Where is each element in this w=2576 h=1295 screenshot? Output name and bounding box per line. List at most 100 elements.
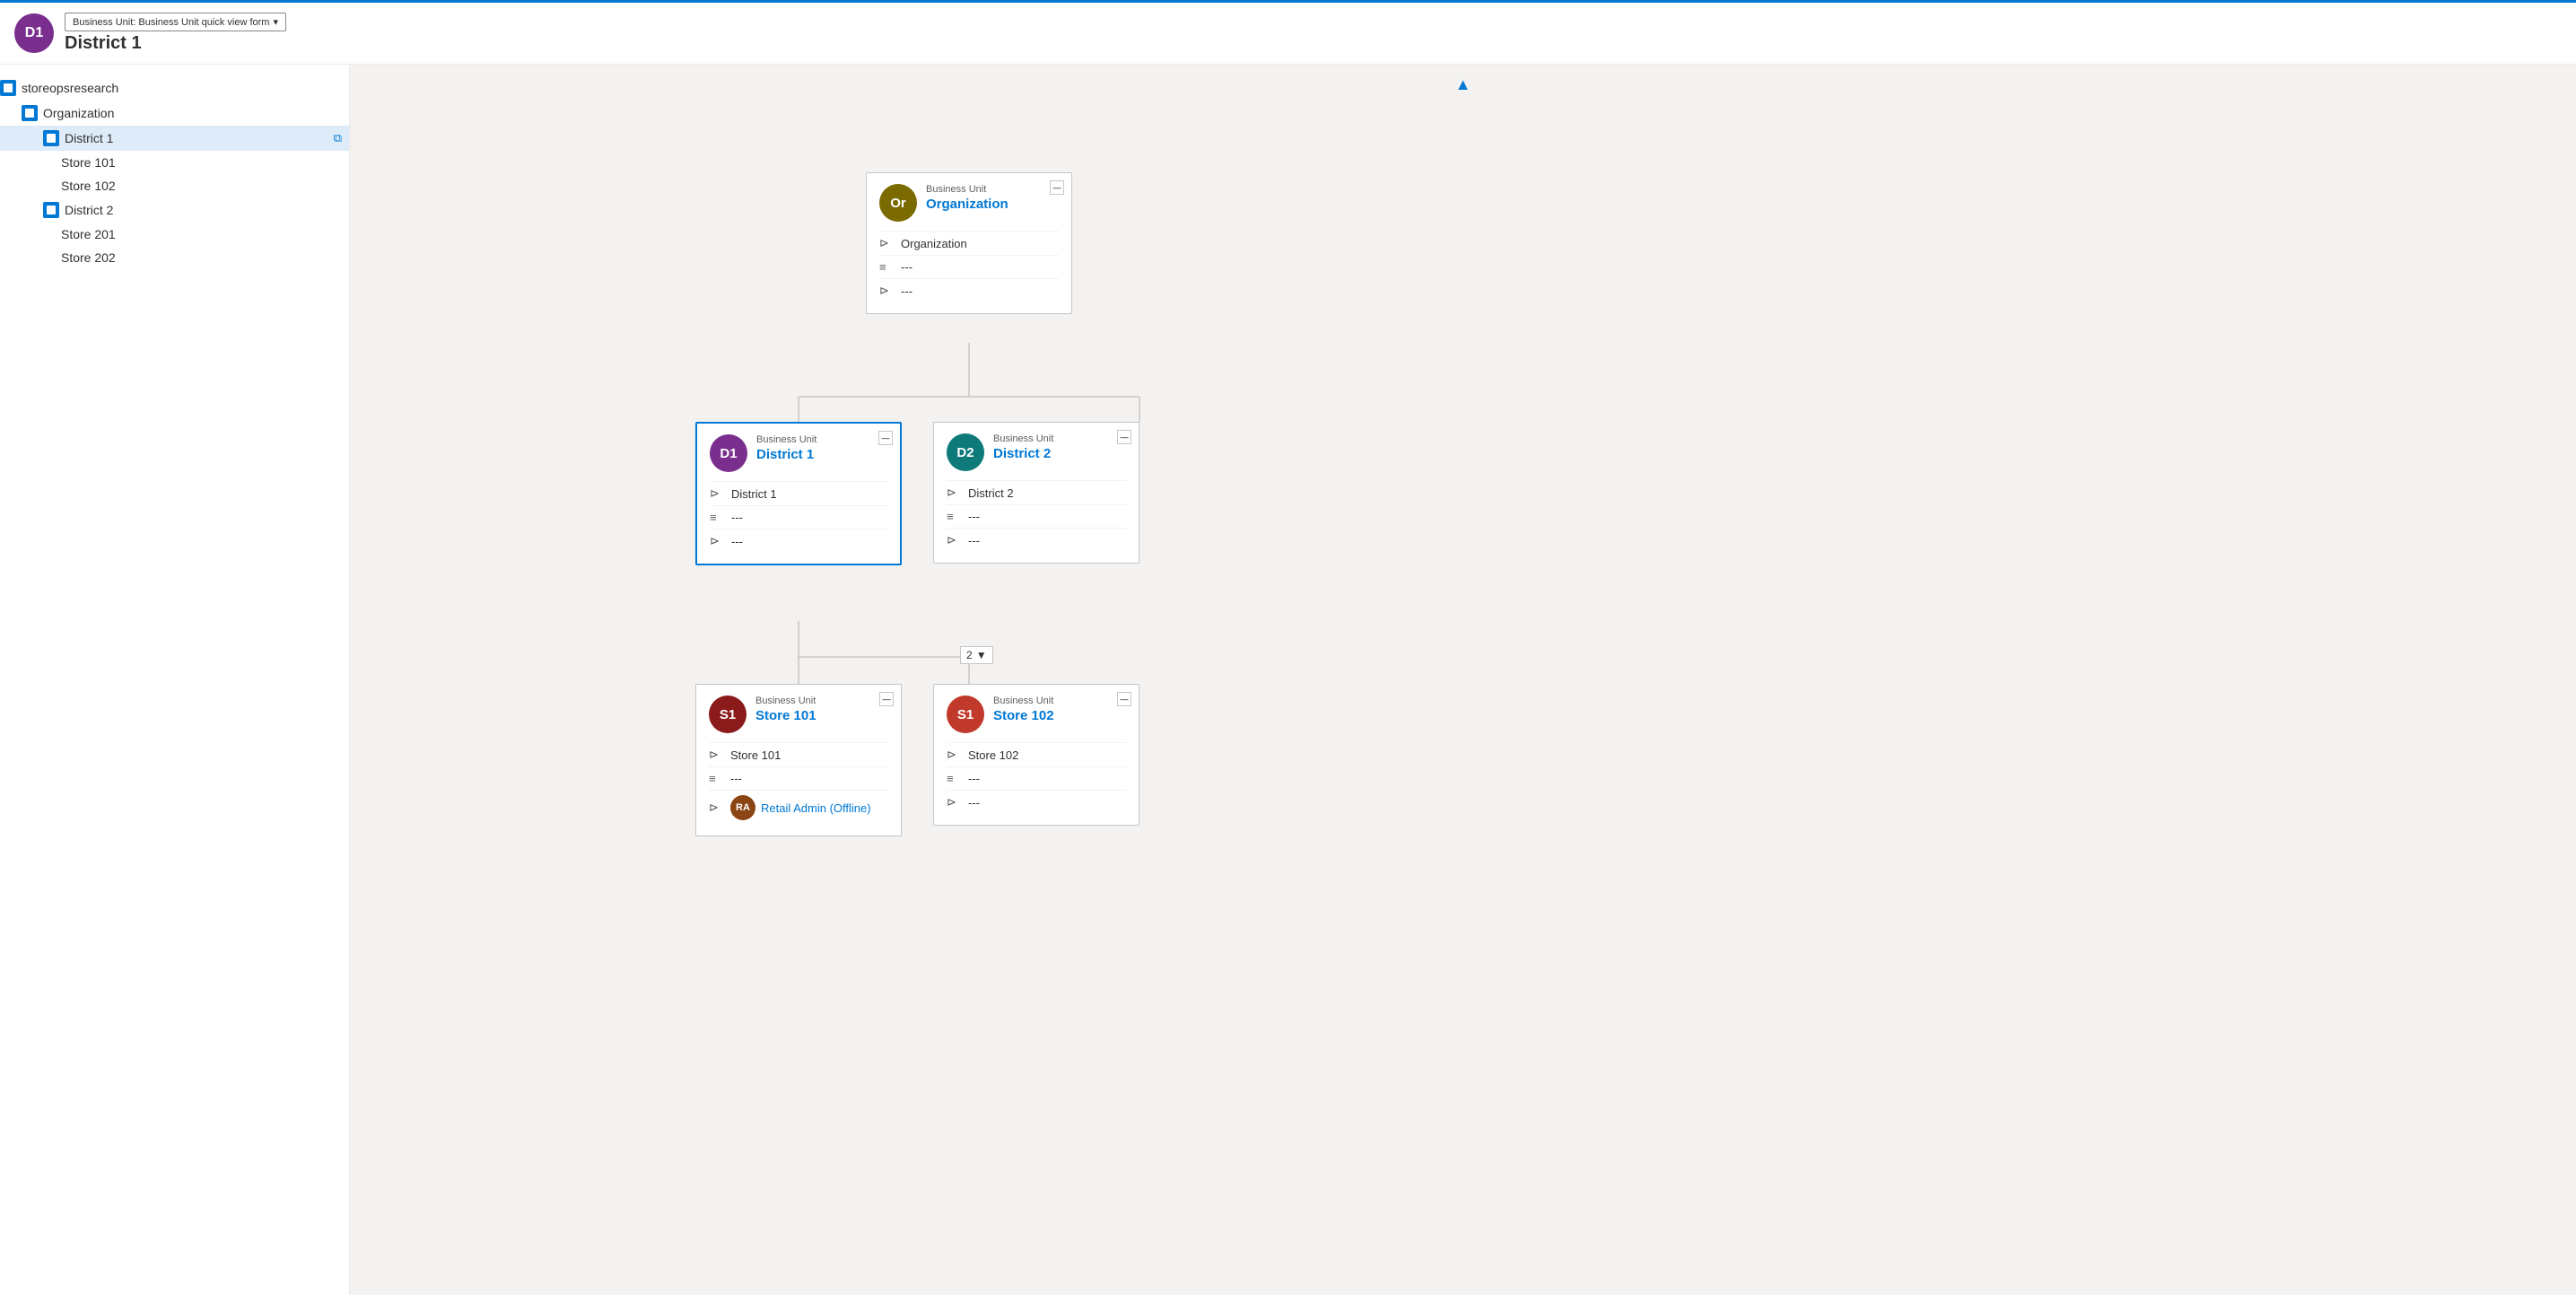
quick-view-label: Business Unit: Business Unit quick view … [73, 17, 269, 28]
d1-field2-value: --- [731, 511, 743, 524]
s102-field2-value: --- [968, 772, 980, 785]
district2-card[interactable]: — D2 Business Unit District 2 ⊳ District… [933, 422, 1140, 564]
d1-title-area: Business Unit District 1 [756, 434, 887, 462]
s102-type-label: Business Unit [993, 696, 1126, 706]
d2-row3: ⊳ --- [947, 528, 1126, 552]
s101-collapse-btn[interactable]: — [879, 692, 894, 706]
expand-chevron-icon: ▼ [976, 649, 987, 661]
s102-row1: ⊳ Store 102 [947, 742, 1126, 766]
sidebar-item-store201[interactable]: Store 201 [0, 223, 349, 246]
list-icon-1: ≡ [879, 260, 894, 274]
hierarchy-icon-3: ⊳ [710, 486, 724, 501]
d1-row1: ⊳ District 1 [710, 481, 887, 505]
main-layout: storeopsresearch Organization District 1… [0, 65, 2576, 1295]
sidebar-item-store102[interactable]: Store 102 [0, 174, 349, 197]
sidebar-s102-label: Store 102 [61, 179, 116, 193]
sidebar-org-label: Organization [43, 106, 114, 120]
list-icon-5: ≡ [947, 772, 961, 785]
s101-field1-value: Store 101 [730, 748, 781, 762]
d2-collapse-btn[interactable]: — [1117, 430, 1131, 444]
s101-row2: ≡ --- [709, 766, 888, 790]
d1-row3: ⊳ --- [710, 529, 887, 553]
sidebar: storeopsresearch Organization District 1… [0, 65, 350, 1295]
s101-field3-value[interactable]: Retail Admin (Offline) [761, 801, 871, 815]
org-avatar: Or [879, 184, 917, 222]
s102-card-header: S1 Business Unit Store 102 [947, 696, 1126, 733]
d1-type-label: Business Unit [756, 434, 887, 445]
external-link-icon[interactable]: ⧉ [334, 131, 342, 145]
d2-row1: ⊳ District 2 [947, 480, 1126, 504]
connectors [350, 65, 2576, 1295]
s101-row3: ⊳ RA Retail Admin (Offline) [709, 790, 888, 825]
quick-view-dropdown[interactable]: Business Unit: Business Unit quick view … [65, 13, 286, 31]
d1-collapse-btn[interactable]: — [878, 431, 893, 445]
d2-row2: ≡ --- [947, 504, 1126, 528]
hierarchy-icon-2: ⊳ [879, 284, 894, 298]
d2-icon [43, 202, 59, 218]
nav-arrow-up[interactable]: ▲ [1455, 75, 1471, 94]
hierarchy-icon-10: ⊳ [947, 795, 961, 809]
list-icon-2: ≡ [710, 511, 724, 524]
list-icon-4: ≡ [709, 772, 723, 785]
org-collapse-btn[interactable]: — [1050, 180, 1064, 195]
sidebar-item-district1[interactable]: District 1 ⧉ [0, 126, 349, 151]
record-title: District 1 [65, 33, 286, 54]
top-bar: D1 Business Unit: Business Unit quick vi… [0, 0, 2576, 65]
d2-field1-value: District 2 [968, 486, 1014, 500]
retail-admin-avatar: RA [730, 795, 755, 820]
sidebar-d1-label: District 1 [65, 131, 113, 145]
s102-avatar: S1 [947, 696, 984, 733]
sidebar-root[interactable]: storeopsresearch [0, 75, 349, 101]
d2-name[interactable]: District 2 [993, 446, 1126, 461]
org-row1: ⊳ Organization [879, 231, 1059, 255]
s102-name[interactable]: Store 102 [993, 708, 1126, 723]
s102-row3: ⊳ --- [947, 790, 1126, 814]
d2-avatar: D2 [947, 433, 984, 471]
d2-type-label: Business Unit [993, 433, 1126, 444]
s102-field3-value: --- [968, 796, 980, 809]
d1-name[interactable]: District 1 [756, 447, 887, 462]
d2-title-area: Business Unit District 2 [993, 433, 1126, 461]
s101-type-label: Business Unit [755, 696, 888, 706]
s101-title-area: Business Unit Store 101 [755, 696, 888, 723]
d1-field1-value: District 1 [731, 487, 777, 501]
hierarchy-icon-5: ⊳ [947, 486, 961, 500]
hierarchy-icon-6: ⊳ [947, 533, 961, 547]
hierarchy-icon-8: ⊳ [709, 801, 723, 815]
store102-card[interactable]: — S1 Business Unit Store 102 ⊳ Store 102… [933, 684, 1140, 826]
org-field2-value: --- [901, 260, 913, 274]
org-row3: ⊳ --- [879, 278, 1059, 302]
sidebar-d2-label: District 2 [65, 203, 113, 217]
org-card[interactable]: — Or Business Unit Organization ⊳ Organi… [866, 172, 1072, 314]
org-type-label: Business Unit [926, 184, 1059, 195]
hierarchy-icon-7: ⊳ [709, 748, 723, 762]
sidebar-item-organization[interactable]: Organization [0, 101, 349, 126]
d2-field3-value: --- [968, 534, 980, 547]
sidebar-item-store101[interactable]: Store 101 [0, 151, 349, 174]
org-title-area: Business Unit Organization [926, 184, 1059, 212]
org-field1-value: Organization [901, 237, 967, 250]
hierarchy-icon-4: ⊳ [710, 534, 724, 548]
s101-name[interactable]: Store 101 [755, 708, 888, 723]
org-card-header: Or Business Unit Organization [879, 184, 1059, 222]
org-field3-value: --- [901, 284, 913, 298]
expand-badge[interactable]: 2 ▼ [960, 646, 993, 664]
hierarchy-icon-1: ⊳ [879, 236, 894, 250]
sidebar-s201-label: Store 201 [61, 227, 116, 241]
sidebar-item-store202[interactable]: Store 202 [0, 246, 349, 269]
store101-card[interactable]: — S1 Business Unit Store 101 ⊳ Store 101… [695, 684, 902, 836]
s102-collapse-btn[interactable]: — [1117, 692, 1131, 706]
s101-row1: ⊳ Store 101 [709, 742, 888, 766]
sidebar-item-district2[interactable]: District 2 [0, 197, 349, 223]
s102-row2: ≡ --- [947, 766, 1126, 790]
district1-card[interactable]: — D1 Business Unit District 1 ⊳ District… [695, 422, 902, 565]
org-name[interactable]: Organization [926, 197, 1059, 212]
d2-card-header: D2 Business Unit District 2 [947, 433, 1126, 471]
s102-field1-value: Store 102 [968, 748, 1018, 762]
expand-count: 2 [966, 649, 973, 661]
d1-card-header: D1 Business Unit District 1 [710, 434, 887, 472]
d2-field2-value: --- [968, 510, 980, 523]
sidebar-s202-label: Store 202 [61, 250, 116, 265]
d1-icon [43, 130, 59, 146]
org-row2: ≡ --- [879, 255, 1059, 278]
